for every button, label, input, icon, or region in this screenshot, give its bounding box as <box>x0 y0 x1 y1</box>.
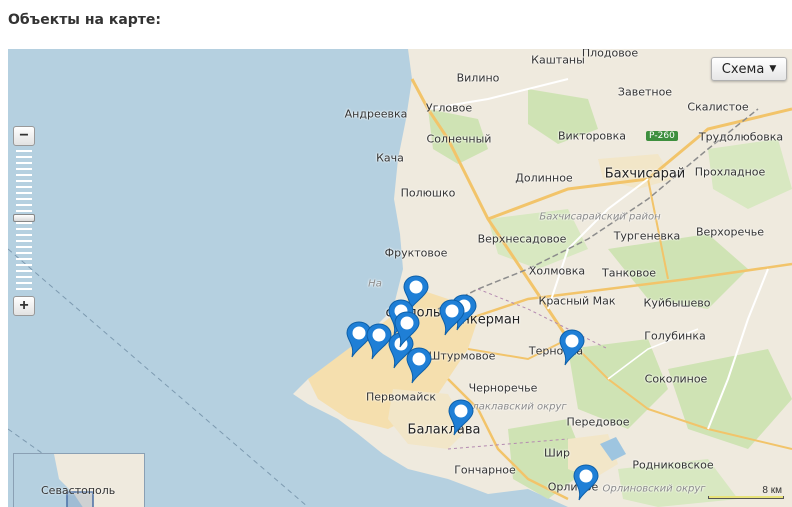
road-sign: Р-260 <box>646 131 678 141</box>
label-viktorovka: Викторовка <box>557 129 627 143</box>
label-zavetnoe: Заветное <box>617 85 673 99</box>
minimap-label: Севастополь <box>41 484 116 497</box>
marker-10[interactable] <box>559 329 585 367</box>
label-dolinnoe: Долинное <box>515 171 573 185</box>
label-orlinoe-region: Орлиновский округ <box>602 483 706 495</box>
label-shirokoe-partial: Шир <box>544 446 570 460</box>
marker-12[interactable] <box>394 311 420 349</box>
label-polyushko: Полюшко <box>400 186 456 200</box>
scale-bar: 8 км <box>708 485 784 499</box>
label-krasny-mak: Красный Мак <box>538 294 616 308</box>
label-balaklava-region: Балаклавский округ <box>459 401 567 413</box>
scale-text: 8 км <box>762 485 782 496</box>
label-tankovoe: Танковое <box>601 266 657 280</box>
label-bakh-region: Бахчисарайский район <box>539 211 661 223</box>
zoom-track[interactable] <box>16 150 32 294</box>
label-trudolyubovka: Трудолюбовка <box>698 130 784 144</box>
zoom-in-button[interactable]: + <box>13 296 35 316</box>
marker-3[interactable] <box>439 299 465 337</box>
label-fruktovoe: Фруктовое <box>384 246 448 260</box>
map-type-label: Схема <box>721 61 765 77</box>
label-rodnikovskoe: Родниковское <box>632 458 714 472</box>
label-pervomayskoe: Первомайск <box>365 390 437 404</box>
label-sokolinoe: Соколиное <box>644 372 708 386</box>
scale-line <box>708 496 784 499</box>
label-plodovoe: Плодовое <box>581 49 639 60</box>
map-pin-icon <box>559 329 585 366</box>
label-shturmovoe: Штурмовое <box>428 349 496 363</box>
map-pin-icon <box>394 311 420 348</box>
marker-9[interactable] <box>448 399 474 437</box>
map-pin-icon <box>439 299 465 336</box>
label-kacha: Кача <box>376 151 404 165</box>
label-peredovoe: Передовое <box>566 415 630 429</box>
label-golubinka: Голубинка <box>644 329 706 343</box>
marker-11[interactable] <box>573 464 599 502</box>
label-kholmovka: Холмовка <box>528 264 586 278</box>
minimap[interactable]: Севастополь <box>13 453 145 507</box>
label-prokhladnoe: Прохладное <box>694 165 766 179</box>
map-pin-icon <box>406 347 432 384</box>
map-type-button[interactable]: Схема ▼ <box>711 57 787 81</box>
map-pin-icon <box>448 399 474 436</box>
map-container[interactable]: Плодовое Каштаны Вилино Заветное Скалист… <box>8 49 792 507</box>
marker-8[interactable] <box>406 347 432 385</box>
label-uglovoe: Угловое <box>425 101 473 115</box>
label-skalistoe: Скалистое <box>687 100 749 114</box>
zoom-control: − + <box>13 126 35 316</box>
page-heading: Объекты на карте: <box>8 12 162 28</box>
label-kashtany: Каштаны <box>531 53 585 67</box>
zoom-out-button[interactable]: − <box>13 126 35 146</box>
label-andreevka: Андреевка <box>344 107 408 121</box>
label-bakhchisaray: Бахчисарай <box>604 166 686 182</box>
label-nakhimovsky-partial: На <box>368 278 382 290</box>
label-kuibyshevo: Куйбышево <box>643 296 711 310</box>
label-verkhorechye: Верхоречье <box>695 225 765 239</box>
label-solnechny: Солнечный <box>426 132 492 146</box>
label-vilino: Вилино <box>456 71 500 85</box>
minimap-graphic <box>54 454 144 507</box>
label-chernorechye: Черноречье <box>468 381 538 395</box>
label-goncharnoe: Гончарное <box>454 463 516 477</box>
caret-down-icon: ▼ <box>769 64 777 74</box>
zoom-slider-handle[interactable] <box>13 214 35 222</box>
label-verkhnesadovoe: Верхнесадовое <box>477 232 567 246</box>
label-turgenevka: Тургеневка <box>613 229 681 243</box>
map-pin-icon <box>573 464 599 501</box>
